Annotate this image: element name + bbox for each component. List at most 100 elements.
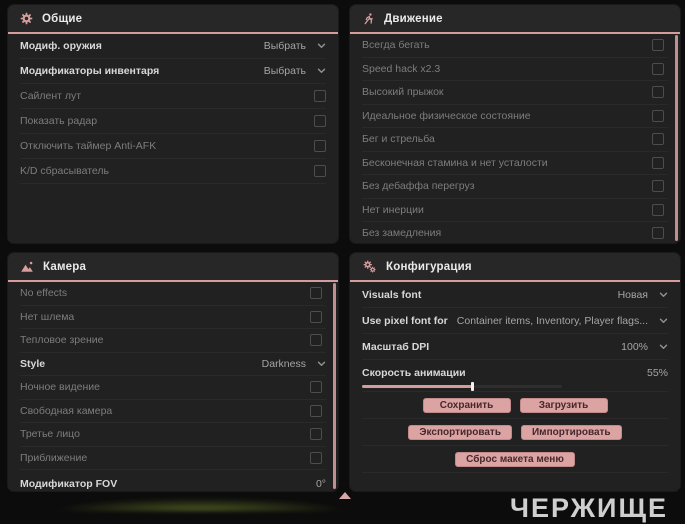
setting-row-top: Нет инерции xyxy=(362,199,668,222)
setting-row[interactable]: Приближение xyxy=(20,447,326,470)
import-button[interactable]: Импортировать xyxy=(520,424,622,440)
scrollbar[interactable] xyxy=(675,35,678,241)
setting-row-top: Масштаб DPI 100% xyxy=(362,334,668,359)
dropdown[interactable]: Container items, Inventory, Player flags… xyxy=(457,315,668,327)
setting-row[interactable]: No effects xyxy=(20,282,326,306)
export-button[interactable]: Экспортировать xyxy=(408,424,512,440)
checkbox[interactable] xyxy=(652,227,664,240)
setting-row-top: Идеальное физическое состояние xyxy=(362,105,668,128)
setting-row[interactable]: Бег и стрельба xyxy=(362,128,668,152)
setting-row-top: Скорость анимации 55% xyxy=(362,360,668,385)
checkbox[interactable] xyxy=(310,310,322,323)
checkbox[interactable] xyxy=(652,62,664,75)
checkbox[interactable] xyxy=(652,203,664,216)
setting-row[interactable]: Speed hack x2.3 xyxy=(362,58,668,81)
checkbox[interactable] xyxy=(314,165,326,177)
panel-general-header: Общие xyxy=(8,5,338,34)
setting-row[interactable]: Сайлент лут xyxy=(20,84,326,109)
setting-row-top: Нет шлема xyxy=(20,306,326,329)
setting-row[interactable]: Без дебаффа перегруз xyxy=(362,175,668,199)
setting-row: Скорость анимации 55% xyxy=(362,360,668,392)
slider-value: 0° xyxy=(315,477,326,490)
checkbox[interactable] xyxy=(310,334,322,347)
setting-row: Use pixel font for Container items, Inven… xyxy=(362,308,668,334)
setting-row[interactable]: K/D сбрасыватель xyxy=(20,159,326,184)
setting-row-top: Всегда бегать xyxy=(362,34,668,57)
setting-row[interactable]: Третье лицо xyxy=(20,423,326,447)
checkbox[interactable] xyxy=(310,287,322,300)
setting-row: Масштаб DPI 100% xyxy=(362,334,668,360)
setting-label: No effects xyxy=(20,287,68,300)
setting-label: Ночное видение xyxy=(20,381,100,394)
setting-row[interactable]: Идеальное физическое состояние xyxy=(362,105,668,128)
setting-row-top: Без дебаффа перегруз xyxy=(362,175,668,198)
setting-row[interactable]: Отключить таймер Anti-AFK xyxy=(20,134,326,159)
setting-row[interactable]: Нет шлема xyxy=(20,306,326,329)
setting-label: Идеальное физическое состояние xyxy=(362,109,531,122)
reset-menu-layout-button[interactable]: Сброс макета меню xyxy=(455,451,575,467)
chevron-down-icon xyxy=(317,68,326,74)
setting-label: Бесконечная стамина и нет усталости xyxy=(362,156,548,169)
slider-track[interactable] xyxy=(362,382,562,391)
setting-row-top: Use pixel font for Container items, Inven… xyxy=(362,308,668,333)
setting-row[interactable]: Ночное видение xyxy=(20,376,326,400)
checkbox[interactable] xyxy=(310,404,322,417)
setting-row-top: Style Darkness xyxy=(20,353,326,376)
scrollbar[interactable] xyxy=(333,283,336,489)
dropdown[interactable]: Выбрать xyxy=(264,40,326,52)
setting-row-top: Speed hack x2.3 xyxy=(362,58,668,81)
checkbox[interactable] xyxy=(314,90,326,102)
setting-label: Без дебаффа перегруз xyxy=(362,180,475,193)
panel-movement-rows: Всегда бегать Speed hack x2.3 Высокий прыж… xyxy=(350,34,680,243)
checkbox[interactable] xyxy=(652,156,664,169)
checkbox[interactable] xyxy=(310,428,322,441)
checkbox[interactable] xyxy=(652,109,664,122)
panel-movement-header: Движение xyxy=(350,5,680,34)
dropdown[interactable]: Новая xyxy=(618,289,668,301)
setting-row[interactable]: Свободная камера xyxy=(20,400,326,423)
setting-row: Style Darkness xyxy=(20,353,326,376)
load-button[interactable]: Загрузить xyxy=(519,397,608,413)
gears-icon xyxy=(362,259,377,274)
setting-row-top: Высокий прыжок xyxy=(362,81,668,104)
dropdown[interactable]: 100% xyxy=(621,341,668,353)
setting-row[interactable]: Бесконечная стамина и нет усталости xyxy=(362,152,668,175)
checkbox[interactable] xyxy=(310,381,322,394)
checkbox[interactable] xyxy=(652,133,664,146)
setting-row[interactable]: Показать радар xyxy=(20,109,326,134)
panel-config-rows: Visuals font Новая Use pixel font for Conta… xyxy=(350,282,680,392)
panel-movement: Движение Всегда бегать Speed hack x2.3 Выс… xyxy=(350,5,680,243)
setting-row[interactable]: Без замедления xyxy=(362,222,668,243)
dropdown[interactable]: Выбрать xyxy=(264,65,326,77)
setting-label: Скорость анимации xyxy=(362,366,466,379)
setting-label: Нет шлема xyxy=(20,310,75,323)
setting-row-top: Свободная камера xyxy=(20,400,326,423)
setting-label: Модификаторы инвентаря xyxy=(20,65,160,77)
setting-label: K/D сбрасыватель xyxy=(20,165,110,177)
checkbox[interactable] xyxy=(652,180,664,193)
setting-row-top: Ночное видение xyxy=(20,376,326,399)
setting-row-top: Модификатор FOV 0° xyxy=(20,470,326,491)
setting-row[interactable]: Тепловое зрение xyxy=(20,329,326,353)
setting-label: Отключить таймер Anti-AFK xyxy=(20,140,157,152)
setting-label: Visuals font xyxy=(362,288,422,301)
panel-camera-header: Камера xyxy=(8,253,338,282)
setting-row: Модификатор FOV 0° xyxy=(20,470,326,491)
setting-row-top: Отключить таймер Anti-AFK xyxy=(20,134,326,158)
checkbox[interactable] xyxy=(314,115,326,127)
setting-row[interactable]: Нет инерции xyxy=(362,199,668,222)
checkbox[interactable] xyxy=(652,86,664,99)
checkbox[interactable] xyxy=(652,39,664,52)
panel-title: Камера xyxy=(43,260,87,273)
panel-config-header: Конфигурация xyxy=(350,253,680,282)
setting-label: Тепловое зрение xyxy=(20,334,104,347)
checkbox[interactable] xyxy=(310,451,322,464)
setting-row[interactable]: Высокий прыжок xyxy=(362,81,668,105)
slider-handle[interactable] xyxy=(471,382,474,391)
setting-row[interactable]: Всегда бегать xyxy=(362,34,668,58)
background-glow xyxy=(55,498,345,511)
save-button[interactable]: Сохранить xyxy=(422,397,511,413)
checkbox[interactable] xyxy=(314,140,326,152)
chevron-down-icon xyxy=(317,43,326,49)
dropdown[interactable]: Darkness xyxy=(262,358,326,370)
